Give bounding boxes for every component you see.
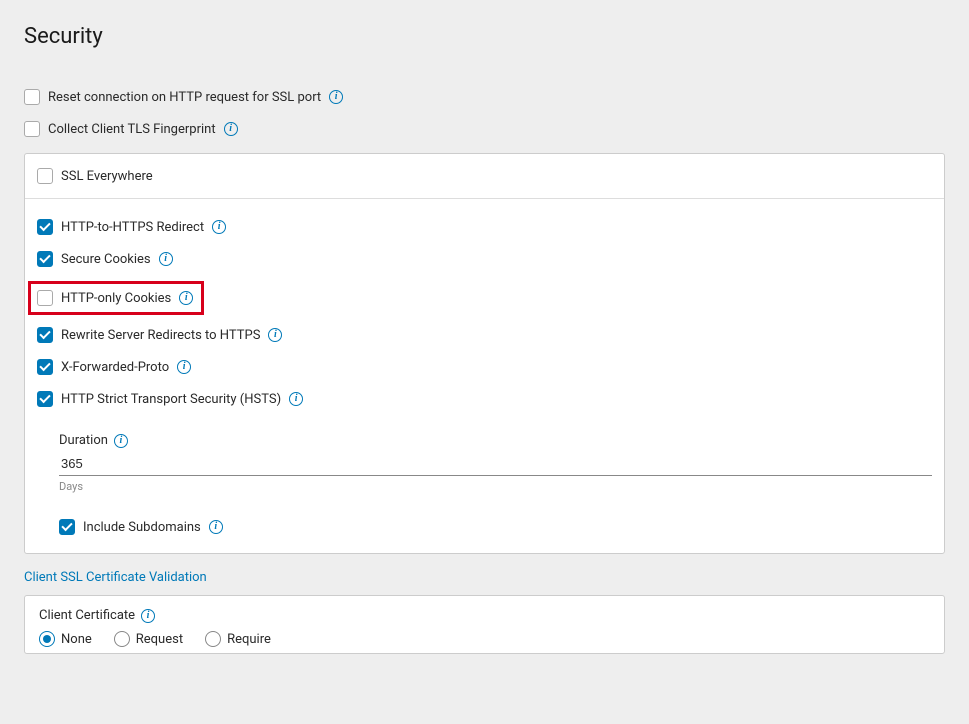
radio-require-input[interactable] [205,631,221,647]
radio-request-input[interactable] [114,631,130,647]
include-subdomains-row: Include Subdomains i [59,519,932,535]
info-icon[interactable]: i [159,252,173,266]
radio-none-input[interactable] [39,631,55,647]
radio-none-label: None [61,632,92,647]
include-subdomains-checkbox[interactable] [59,519,75,535]
reset-connection-checkbox[interactable] [24,89,40,105]
duration-input[interactable] [59,452,932,476]
secure-cookies-checkbox[interactable] [37,251,53,267]
x-forwarded-label: X-Forwarded-Proto [61,360,169,375]
reset-connection-label: Reset connection on HTTP request for SSL… [48,90,321,105]
info-icon[interactable]: i [268,328,282,342]
collect-fingerprint-row: Collect Client TLS Fingerprint i [24,121,945,137]
rewrite-redirects-row: Rewrite Server Redirects to HTTPS i [37,327,932,343]
ssl-everywhere-label: SSL Everywhere [61,169,153,184]
info-icon[interactable]: i [209,520,223,534]
info-icon[interactable]: i [114,434,128,448]
ssl-everywhere-checkbox[interactable] [37,168,53,184]
radio-require[interactable]: Require [205,631,271,647]
rewrite-redirects-label: Rewrite Server Redirects to HTTPS [61,328,260,343]
collect-fingerprint-label: Collect Client TLS Fingerprint [48,122,216,137]
client-certificate-panel: Client Certificate i None Request Requir… [24,595,945,654]
http-to-https-label: HTTP-to-HTTPS Redirect [61,220,204,235]
client-ssl-validation-heading: Client SSL Certificate Validation [24,570,945,585]
secure-cookies-label: Secure Cookies [61,252,151,267]
radio-request[interactable]: Request [114,631,183,647]
duration-label: Duration [59,433,108,448]
hsts-duration-section: Duration i Days [59,433,932,493]
hsts-label: HTTP Strict Transport Security (HSTS) [61,392,281,407]
page-title: Security [24,24,945,49]
info-icon[interactable]: i [224,122,238,136]
collect-fingerprint-checkbox[interactable] [24,121,40,137]
info-icon[interactable]: i [141,609,155,623]
info-icon[interactable]: i [212,220,226,234]
client-certificate-title: Client Certificate [39,608,135,623]
info-icon[interactable]: i [329,90,343,104]
x-forwarded-row: X-Forwarded-Proto i [37,359,932,375]
http-only-cookies-label: HTTP-only Cookies [61,291,171,306]
info-icon[interactable]: i [179,291,193,305]
radio-request-label: Request [136,632,183,647]
http-only-cookies-checkbox[interactable] [37,290,53,306]
x-forwarded-checkbox[interactable] [37,359,53,375]
reset-connection-row: Reset connection on HTTP request for SSL… [24,89,945,105]
include-subdomains-label: Include Subdomains [83,520,201,535]
duration-unit: Days [59,480,932,493]
rewrite-redirects-checkbox[interactable] [37,327,53,343]
info-icon[interactable]: i [289,392,303,406]
ssl-everywhere-panel: SSL Everywhere HTTP-to-HTTPS Redirect i … [24,153,945,554]
hsts-checkbox[interactable] [37,391,53,407]
radio-none[interactable]: None [39,631,92,647]
info-icon[interactable]: i [177,360,191,374]
http-to-https-row: HTTP-to-HTTPS Redirect i [37,219,932,235]
http-to-https-checkbox[interactable] [37,219,53,235]
radio-require-label: Require [227,632,271,647]
hsts-row: HTTP Strict Transport Security (HSTS) i [37,391,932,407]
client-certificate-radio-group: None Request Require [39,631,930,647]
secure-cookies-row: Secure Cookies i [37,251,932,267]
http-only-cookies-highlight: HTTP-only Cookies i [28,281,204,315]
